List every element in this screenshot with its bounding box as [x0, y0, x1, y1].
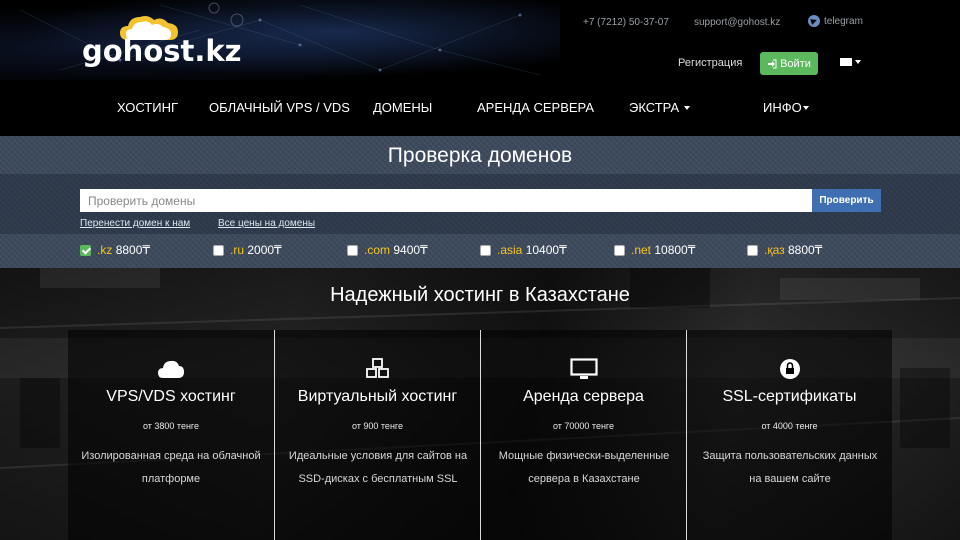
- service-title: VPS/VDS хостинг: [106, 388, 236, 405]
- logo[interactable]: gohost.kz: [82, 12, 242, 68]
- service-description: Идеальные условия для сайтов на SSD-диск…: [288, 450, 468, 485]
- service-description: Мощные физически-выделенные сервера в Ка…: [498, 450, 670, 485]
- tld-checkbox[interactable]: [213, 244, 224, 256]
- tld-name: .қаз: [764, 243, 785, 257]
- service-title: SSL-сертификаты: [722, 388, 857, 405]
- language-switcher[interactable]: [840, 58, 861, 66]
- nav-item-label: ИНФО: [763, 100, 802, 115]
- tld-name: .asia: [497, 243, 523, 257]
- tld-price: 8800₸: [115, 243, 151, 257]
- tld-option-com[interactable]: .com 9400₸: [347, 243, 428, 257]
- chevron-down-icon: [684, 105, 691, 110]
- lock-icon: [779, 359, 800, 379]
- nav-item-extra[interactable]: ЭКСТРА: [629, 100, 691, 115]
- service-cards: VPS/VDS хостинг от 3800 тенге Изолирован…: [68, 330, 892, 540]
- all-prices-link[interactable]: Все цены на домены: [218, 218, 315, 229]
- tld-name: .ru: [230, 243, 245, 257]
- nav-item-label: ОБЛАЧНЫЙ VPS / VDS: [209, 100, 350, 115]
- tld-price: 10400₸: [525, 243, 567, 257]
- telegram-icon: [808, 15, 820, 27]
- tld-name: .net: [631, 243, 652, 257]
- domain-search-input[interactable]: [80, 189, 812, 212]
- sign-in-icon: [768, 59, 777, 68]
- domain-check-title: Проверка доменов: [387, 144, 573, 167]
- nav-item-label: ЭКСТРА: [629, 100, 680, 115]
- logo-text: gohost.kz: [82, 34, 242, 68]
- tld-name: .kz: [97, 243, 113, 257]
- email-link[interactable]: support@gohost.kz: [694, 17, 780, 28]
- nav-item-domains[interactable]: ДОМЕНЫ: [373, 100, 432, 115]
- tld-checkbox[interactable]: [80, 244, 91, 256]
- domain-check-section: Проверка доменов Проверить Перенести дом…: [0, 136, 960, 268]
- login-label: Войти: [780, 57, 811, 70]
- tld-checkbox[interactable]: [480, 244, 491, 256]
- service-price: от 70000 тенге: [552, 421, 615, 431]
- tld-checkbox[interactable]: [347, 244, 358, 256]
- cubes-icon: [365, 358, 389, 378]
- transfer-domain-link[interactable]: Перенести домен к нам: [80, 218, 190, 229]
- site-header: gohost.kz +7 (7212) 50-37-07 support@goh…: [0, 0, 960, 136]
- service-description: Изолированная среда на облачной платформ…: [81, 450, 261, 485]
- nav-item-info[interactable]: ИНФО: [763, 100, 809, 115]
- tld-price: 2000₸: [247, 243, 282, 257]
- service-card-ssl[interactable]: SSL-сертификаты от 4000 тенге Защита пол…: [686, 330, 892, 540]
- service-description: Защита пользовательских данных на вашем …: [702, 450, 878, 485]
- tld-option-asia[interactable]: .asia 10400₸: [480, 243, 567, 257]
- service-card-virtual-hosting[interactable]: Виртуальный хостинг от 900 тенге Идеальн…: [274, 330, 480, 540]
- chevron-down-icon: [855, 60, 861, 64]
- flag-icon: [840, 58, 852, 66]
- service-card-vps[interactable]: VPS/VDS хостинг от 3800 тенге Изолирован…: [68, 330, 274, 540]
- tld-options: .kz 8800₸ .ru 2000₸ .com 9400₸ .asia 104…: [0, 234, 960, 268]
- service-price: от 900 тенге: [351, 421, 404, 431]
- tld-option-kz[interactable]: .kz 8800₸: [80, 243, 150, 257]
- service-card-server-rental[interactable]: Аренда сервера от 70000 тенге Мощные физ…: [480, 330, 686, 540]
- login-button[interactable]: Войти: [760, 52, 818, 75]
- tld-option-ru[interactable]: .ru 2000₸: [213, 243, 282, 257]
- tld-checkbox[interactable]: [614, 244, 625, 256]
- tld-option-net[interactable]: .net 10800₸: [614, 243, 695, 257]
- tld-price: 10800₸: [654, 243, 696, 257]
- tld-checkbox[interactable]: [747, 244, 758, 256]
- domain-search-bar: Проверить Перенести домен к нам Все цены…: [0, 174, 960, 234]
- register-link[interactable]: Регистрация: [678, 57, 742, 69]
- tld-price: 8800₸: [787, 243, 823, 257]
- hero-section: Надежный хостинг в Казахстане VPS/VDS хо…: [0, 268, 960, 540]
- chevron-down-icon: [802, 105, 809, 110]
- tld-name: .com: [364, 243, 391, 257]
- nav-item-label: АРЕНДА СЕРВЕРА: [477, 100, 595, 115]
- service-title: Виртуальный хостинг: [297, 388, 458, 405]
- nav-item-server-rental[interactable]: АРЕНДА СЕРВЕРА: [477, 100, 594, 115]
- nav-item-cloud-vps[interactable]: ОБЛАЧНЫЙ VPS / VDS: [209, 100, 350, 115]
- tld-option-kaz[interactable]: .қаз 8800₸: [747, 243, 822, 257]
- service-price: от 4000 тенге: [761, 421, 818, 431]
- cloud-icon: [158, 360, 184, 378]
- nav-item-label: ХОСТИНГ: [117, 100, 179, 115]
- phone-number[interactable]: +7 (7212) 50-37-07: [583, 17, 669, 28]
- service-price: от 3800 тенге: [142, 421, 200, 431]
- hero-title: Надежный хостинг в Казахстане: [330, 284, 630, 306]
- check-domain-button[interactable]: Проверить: [812, 189, 881, 212]
- tld-price: 9400₸: [393, 243, 428, 257]
- service-title: Аренда сервера: [523, 388, 644, 405]
- telegram-label: telegram: [824, 15, 863, 27]
- telegram-link[interactable]: telegram: [808, 15, 863, 27]
- nav-item-hosting[interactable]: ХОСТИНГ: [117, 100, 178, 115]
- main-nav: ХОСТИНГ ОБЛАЧНЫЙ VPS / VDS ДОМЕНЫ АРЕНДА…: [0, 100, 960, 116]
- nav-item-label: ДОМЕНЫ: [373, 100, 433, 115]
- monitor-icon: [569, 358, 598, 379]
